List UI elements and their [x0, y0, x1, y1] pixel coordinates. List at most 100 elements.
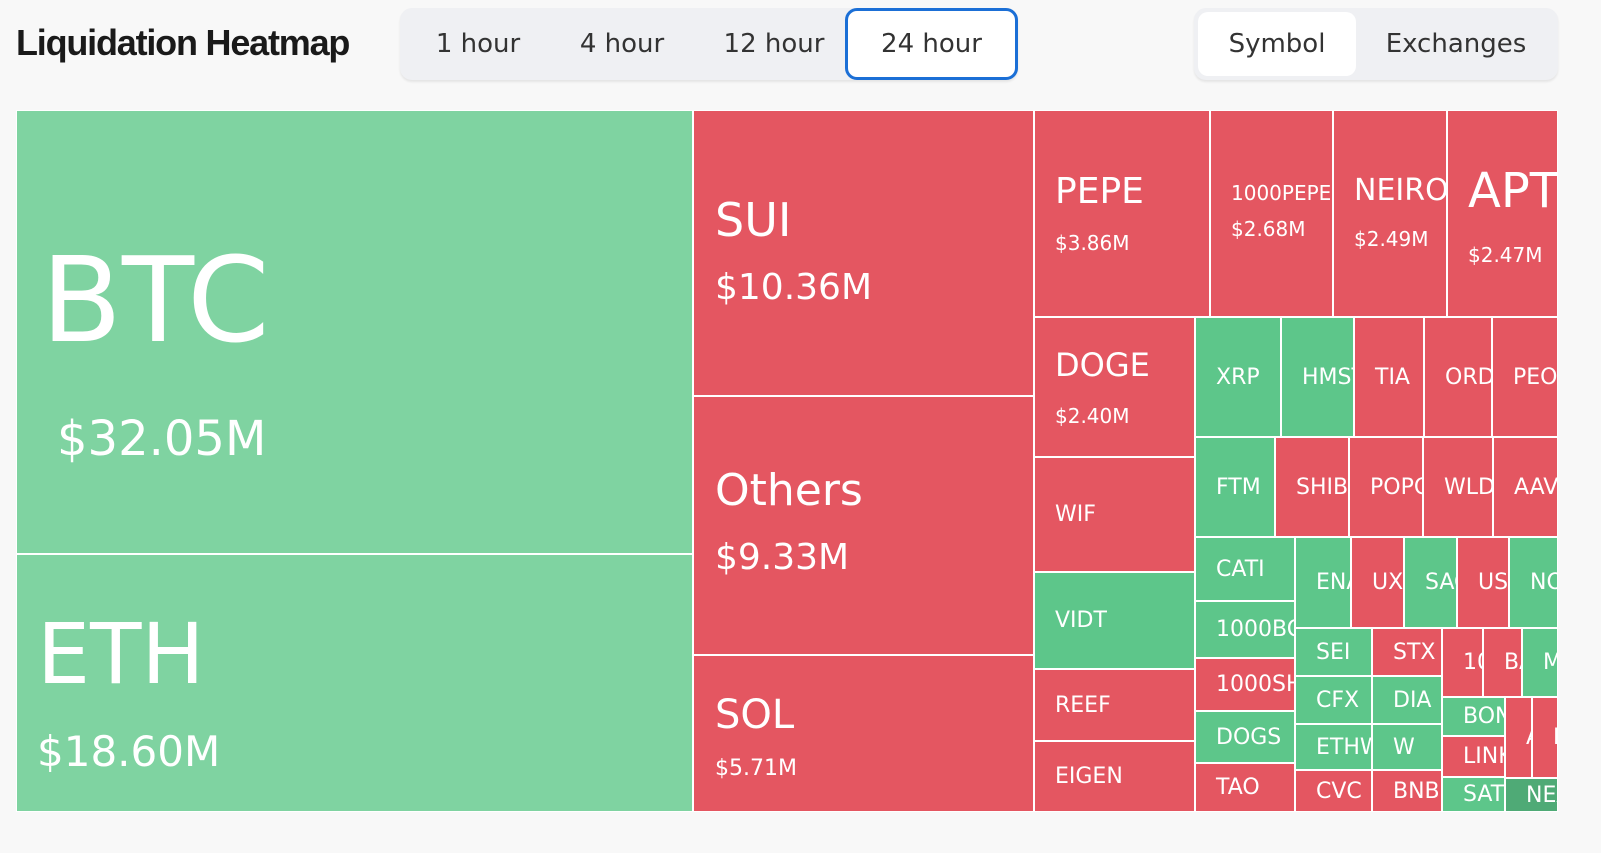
cell-symbol: 1000BO	[1216, 617, 1294, 643]
treemap-cell[interactable]: TIA	[1354, 317, 1424, 437]
treemap-cell[interactable]: Others $9.33M	[693, 396, 1034, 655]
treemap-cell[interactable]: NO	[1509, 537, 1558, 628]
treemap-cell[interactable]: ETH $18.60M	[16, 554, 693, 812]
time-range-selector: 1 hour 4 hour 12 hour 24 hour	[400, 8, 1018, 80]
cell-symbol: M	[1543, 650, 1557, 675]
treemap-cell[interactable]: BA	[1483, 628, 1522, 697]
cell-symbol: TIA	[1375, 364, 1410, 390]
cell-symbol: BTC	[41, 231, 270, 369]
treemap-cell[interactable]: EIGEN	[1034, 741, 1195, 812]
cell-symbol: NO	[1530, 570, 1557, 596]
treemap-cell[interactable]: VIDT	[1034, 572, 1195, 669]
treemap-cell[interactable]: ENA	[1295, 537, 1351, 628]
treemap-cell[interactable]: A	[1505, 697, 1532, 778]
treemap-cell[interactable]: NEIRO $2.49M	[1333, 110, 1447, 317]
treemap-cell[interactable]: AAV	[1493, 437, 1558, 537]
cell-symbol: APT	[1468, 163, 1558, 219]
cell-symbol: VIDT	[1055, 608, 1107, 634]
treemap-cell[interactable]: SAT	[1442, 777, 1505, 812]
treemap-cell[interactable]: DIA	[1372, 676, 1442, 724]
treemap-cell[interactable]: I	[1532, 697, 1558, 778]
cell-symbol: 1000PEPE	[1231, 181, 1332, 205]
liquidation-treemap: BTC $32.05M ETH $18.60M SUI $10.36M Others $9.3…	[16, 110, 1558, 812]
treemap-cell[interactable]: APT $2.47M	[1447, 110, 1558, 317]
tab-symbol[interactable]: Symbol	[1198, 12, 1356, 76]
cell-symbol: ETHW	[1316, 734, 1371, 760]
treemap-cell[interactable]: BNB	[1372, 770, 1442, 812]
page-title: Liquidation Heatmap	[16, 22, 350, 63]
cell-symbol: UST	[1478, 570, 1509, 596]
cell-value: $10.36M	[715, 267, 873, 308]
tab-exchanges[interactable]: Exchanges	[1366, 8, 1546, 80]
cell-symbol: SOL	[715, 692, 795, 738]
tab-12-hour[interactable]: 12 hour	[712, 8, 836, 80]
treemap-cell[interactable]: SUI $10.36M	[693, 110, 1034, 396]
treemap-cell[interactable]: WLD	[1423, 437, 1493, 537]
treemap-cell[interactable]: UST	[1457, 537, 1509, 628]
cell-symbol: WIF	[1055, 502, 1096, 528]
treemap-cell[interactable]: ORD	[1424, 317, 1492, 437]
cell-symbol: NEA	[1526, 782, 1557, 808]
treemap-cell[interactable]: REEF	[1034, 669, 1195, 741]
cell-symbol: BNB	[1393, 778, 1440, 804]
treemap-cell[interactable]: W	[1372, 724, 1442, 770]
treemap-cell[interactable]: 1000PEPE $2.68M	[1210, 110, 1333, 317]
cell-symbol: HMST	[1302, 364, 1353, 390]
cell-symbol: Others	[715, 465, 863, 516]
treemap-cell[interactable]: BON	[1442, 697, 1505, 736]
treemap-cell[interactable]: PEPE $3.86M	[1034, 110, 1210, 317]
treemap-cell[interactable]: POPC	[1349, 437, 1423, 537]
cell-symbol: SAG	[1425, 570, 1456, 596]
cell-symbol: SHIB	[1296, 474, 1349, 500]
treemap-cell[interactable]: UX	[1351, 537, 1404, 628]
cell-symbol: W	[1393, 734, 1415, 760]
treemap-cell[interactable]: WIF	[1034, 457, 1195, 572]
cell-symbol: DOGS	[1216, 724, 1282, 750]
treemap-cell[interactable]: LINK	[1442, 736, 1505, 777]
treemap-cell[interactable]: CVC	[1295, 770, 1372, 812]
group-by-selector: Symbol Exchanges	[1194, 8, 1558, 80]
cell-symbol: FTM	[1216, 474, 1261, 500]
cell-symbol: NEIRO	[1354, 173, 1447, 208]
treemap-cell[interactable]: 1000BO	[1195, 601, 1295, 658]
cell-symbol: DOGE	[1055, 346, 1150, 384]
cell-symbol: AAV	[1514, 474, 1558, 500]
cell-symbol: BA	[1504, 650, 1521, 676]
cell-symbol: UX	[1372, 570, 1404, 596]
treemap-cell[interactable]: PEO	[1492, 317, 1558, 437]
treemap-cell[interactable]: XRP	[1195, 317, 1281, 437]
treemap-cell[interactable]: NEA	[1505, 778, 1558, 812]
treemap-cell[interactable]: ETHW	[1295, 724, 1372, 770]
cell-value: $3.86M	[1055, 231, 1130, 255]
treemap-cell[interactable]: M	[1522, 628, 1558, 697]
cell-symbol: STX	[1393, 639, 1436, 665]
treemap-cell[interactable]: SHIB	[1275, 437, 1349, 537]
treemap-cell[interactable]: BTC $32.05M	[16, 110, 693, 554]
treemap-cell[interactable]: CFX	[1295, 676, 1372, 724]
cell-symbol: LINK	[1463, 744, 1504, 770]
treemap-cell[interactable]: 10	[1442, 628, 1483, 697]
tab-24-hour[interactable]: 24 hour	[845, 8, 1018, 80]
cell-symbol: CATI	[1216, 556, 1265, 582]
treemap-cell[interactable]: DOGS	[1195, 711, 1295, 763]
cell-symbol: SUI	[715, 193, 792, 247]
cell-symbol: CVC	[1316, 778, 1362, 804]
treemap-cell[interactable]: SAG	[1404, 537, 1457, 628]
cell-symbol: WLD	[1444, 474, 1493, 500]
treemap-cell[interactable]: SOL $5.71M	[693, 655, 1034, 812]
treemap-cell[interactable]: TAO	[1195, 763, 1295, 812]
treemap-cell[interactable]: CATI	[1195, 537, 1295, 601]
treemap-cell[interactable]: HMST	[1281, 317, 1354, 437]
cell-symbol: ORD	[1445, 364, 1492, 390]
treemap-cell[interactable]: 1000SH	[1195, 658, 1295, 711]
treemap-cell[interactable]: SEI	[1295, 628, 1372, 676]
treemap-cell[interactable]: DOGE $2.40M	[1034, 317, 1195, 457]
tab-4-hour[interactable]: 4 hour	[564, 8, 680, 80]
tab-1-hour[interactable]: 1 hour	[420, 8, 536, 80]
treemap-cell[interactable]: STX	[1372, 628, 1442, 676]
treemap-cell[interactable]: FTM	[1195, 437, 1275, 537]
cell-symbol: POPC	[1370, 474, 1422, 500]
cell-symbol: TAO	[1216, 775, 1260, 801]
cell-symbol: REEF	[1055, 692, 1111, 718]
cell-value: $18.60M	[37, 727, 221, 776]
